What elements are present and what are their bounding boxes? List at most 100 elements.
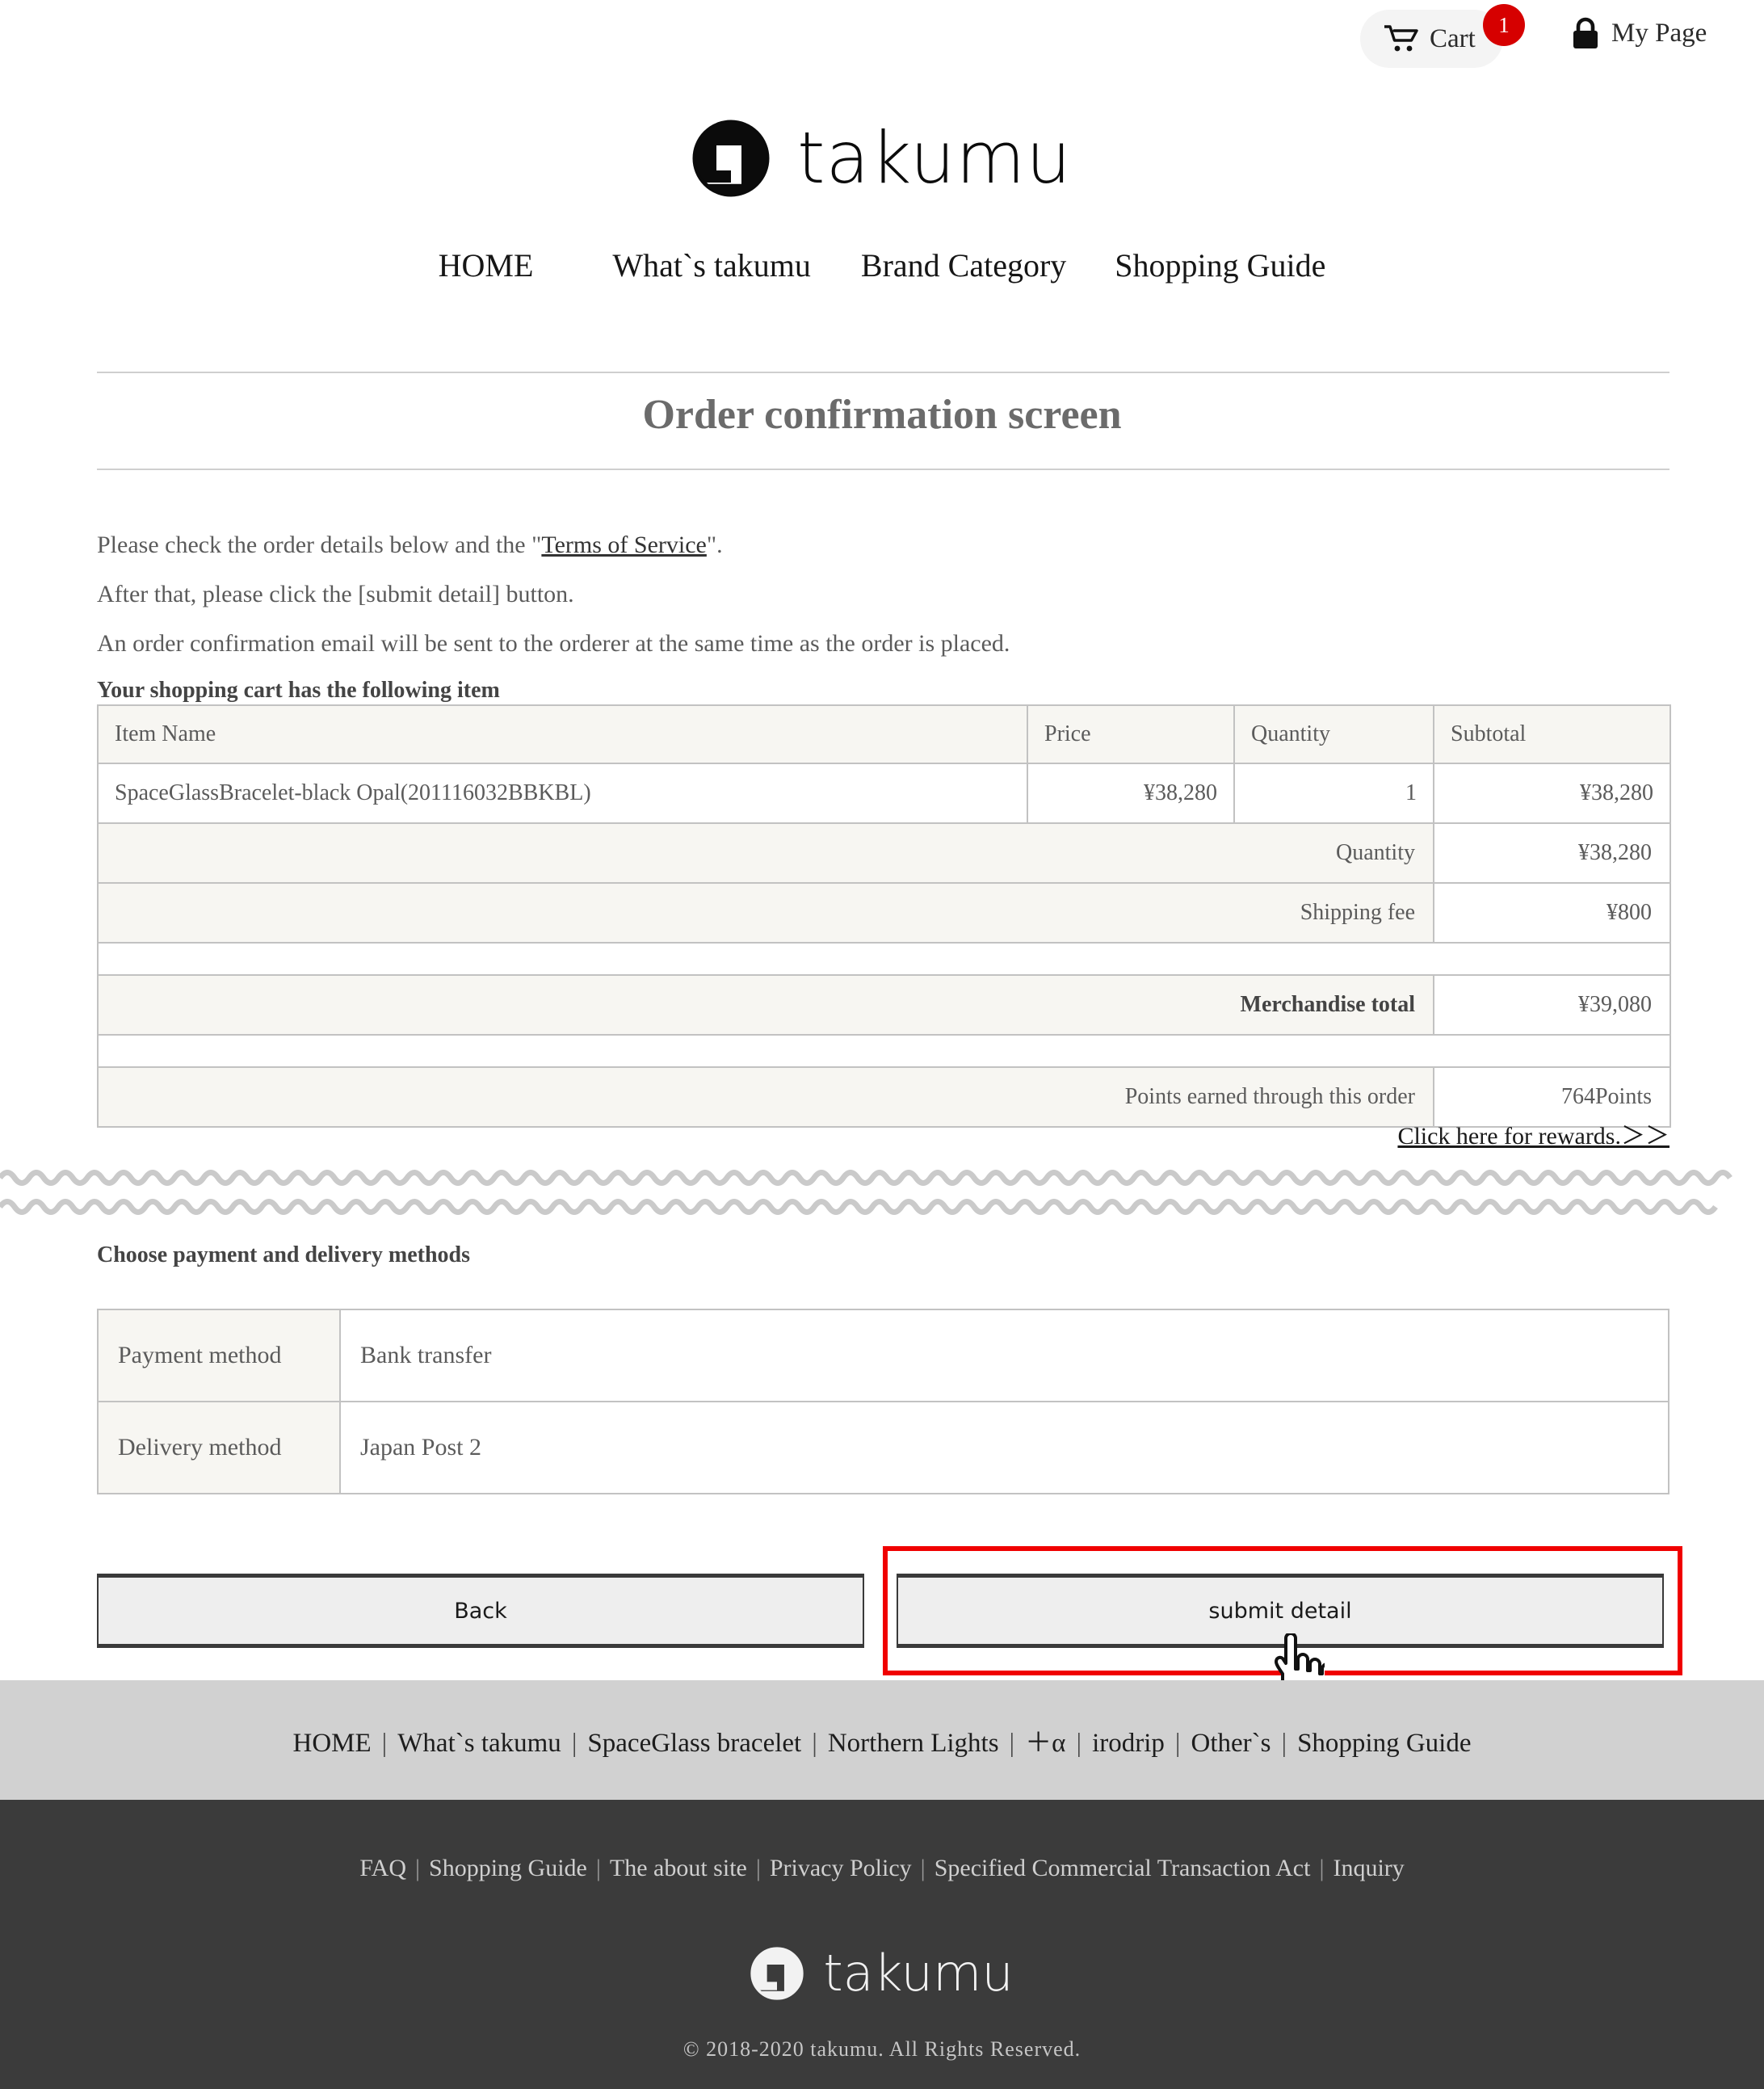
- footer-nav-sep: |: [1174, 1729, 1181, 1758]
- footer-nav-plus-alpha[interactable]: ＋α: [1025, 1729, 1065, 1758]
- summary-spacer-cell-2: [97, 1034, 1671, 1068]
- my-page-label: My Page: [1611, 18, 1707, 48]
- footer-logo-text: takumu: [823, 1944, 1014, 2003]
- column-header-price: Price: [1027, 704, 1235, 764]
- cell-subtotal: ¥38,280: [1433, 763, 1671, 824]
- nav-spacer-3: [1066, 246, 1115, 284]
- footer-nav-spaceglass-bracelet[interactable]: SpaceGlass bracelet: [587, 1729, 801, 1758]
- footer-link-about-site[interactable]: The about site: [610, 1855, 747, 1881]
- cell-quantity: 1: [1233, 763, 1434, 824]
- intro-line-1-post: ".: [706, 532, 723, 558]
- site-logo-text: takumu: [797, 116, 1072, 200]
- column-header-quantity: Quantity: [1233, 704, 1434, 764]
- summary-spacer-row-1: [97, 942, 1671, 976]
- footer-nav-sep: |: [1076, 1729, 1082, 1758]
- intro-line-1-pre: Please check the order details below and…: [97, 532, 542, 558]
- column-header-item-name: Item Name: [97, 704, 1028, 764]
- nav-item-shopping-guide[interactable]: Shopping Guide: [1115, 246, 1325, 284]
- cell-item-name: SpaceGlassBracelet-black Opal(201116032B…: [97, 763, 1028, 824]
- nav-item-brand-category[interactable]: Brand Category: [861, 246, 1066, 284]
- summary-value-points: 764Points: [1433, 1066, 1671, 1128]
- terms-of-service-link[interactable]: Terms of Service: [541, 532, 707, 558]
- delivery-method-label: Delivery method: [97, 1401, 341, 1494]
- footer-nav-irodrip[interactable]: irodrip: [1092, 1729, 1165, 1758]
- my-page-button[interactable]: My Page: [1571, 16, 1707, 50]
- footer-link-privacy-policy[interactable]: Privacy Policy: [770, 1855, 912, 1881]
- page-title: Order confirmation screen: [642, 392, 1122, 438]
- footer-nav-sep: |: [571, 1729, 578, 1758]
- footer-nav-sep: |: [812, 1729, 817, 1758]
- title-rule-bottom: [97, 469, 1670, 470]
- summary-label-shipping: Shipping fee: [97, 882, 1434, 944]
- footer-link-sep: |: [415, 1855, 421, 1881]
- footer-nav-whats-takumu[interactable]: What`s takumu: [397, 1729, 561, 1758]
- table-row: Payment method Bank transfer: [97, 1309, 1670, 1402]
- footer-category-nav-inner: HOME | What`s takumu | SpaceGlass bracelet | N…: [293, 1721, 1472, 1759]
- intro-text-block: Please check the order details below and…: [97, 533, 1672, 656]
- intro-line-2: After that, please click the [submit det…: [97, 581, 574, 607]
- nav-spacer-2: [811, 246, 861, 284]
- delivery-method-value: Japan Post 2: [339, 1401, 1670, 1494]
- footer-link-specified-commercial-transaction-act[interactable]: Specified Commercial Transaction Act: [934, 1855, 1311, 1881]
- footer-links: FAQ | Shopping Guide | The about site | Privac…: [0, 1855, 1764, 1882]
- intro-line-3: An order confirmation email will be sent…: [97, 630, 1010, 657]
- top-utility-bar: Cart 1 My Page: [0, 0, 1764, 81]
- nav-item-whats-takumu[interactable]: What`s takumu: [612, 246, 811, 284]
- footer-category-nav: HOME | What`s takumu | SpaceGlass bracelet | N…: [0, 1680, 1764, 1800]
- footer-nav-sep: |: [1281, 1729, 1287, 1758]
- rewards-link[interactable]: Click here for rewards.＞＞: [1397, 1123, 1670, 1150]
- cart-button[interactable]: Cart: [1360, 10, 1503, 68]
- payment-delivery-heading: Choose payment and delivery methods: [97, 1242, 471, 1267]
- nav-item-home[interactable]: HOME: [439, 246, 534, 284]
- column-header-subtotal: Subtotal: [1433, 704, 1671, 764]
- footer-nav-sep: |: [1009, 1729, 1015, 1758]
- title-rule-top: [97, 372, 1670, 373]
- footer-nav-home[interactable]: HOME: [293, 1729, 372, 1758]
- takumu-logo-mark-icon: [750, 1947, 804, 2000]
- footer-nav-sep: |: [381, 1729, 388, 1758]
- footer-nav-others[interactable]: Other`s: [1191, 1729, 1271, 1758]
- table-row: Delivery method Japan Post 2: [97, 1401, 1670, 1494]
- back-button[interactable]: Back: [97, 1574, 864, 1648]
- footer-nav-northern-lights[interactable]: Northern Lights: [828, 1729, 999, 1758]
- footer-link-sep: |: [1319, 1855, 1325, 1881]
- footer-nav-shopping-guide[interactable]: Shopping Guide: [1297, 1729, 1471, 1758]
- intro-line-1: Please check the order details below and…: [97, 533, 1672, 557]
- summary-label-quantity: Quantity: [97, 822, 1434, 884]
- shopping-cart-icon: [1384, 25, 1418, 53]
- takumu-logo-mark-icon: [692, 120, 770, 197]
- payment-method-value: Bank transfer: [339, 1309, 1670, 1402]
- cart-count-badge: 1: [1483, 4, 1525, 46]
- cell-price: ¥38,280: [1027, 763, 1235, 824]
- summary-label-merchandise-total: Merchandise total: [97, 974, 1434, 1036]
- lock-icon: [1571, 16, 1600, 50]
- payment-method-label: Payment method: [97, 1309, 341, 1402]
- summary-spacer-row-2: [97, 1034, 1671, 1068]
- payment-delivery-table: Payment method Bank transfer Delivery me…: [97, 1309, 1670, 1494]
- main-navigation: HOME What`s takumu Brand Category Shoppi…: [0, 246, 1764, 284]
- rewards-link-wrap: Click here for rewards.＞＞: [97, 1124, 1670, 1149]
- cart-label: Cart: [1430, 23, 1476, 53]
- summary-label-points: Points earned through this order: [97, 1066, 1434, 1128]
- summary-row-points: Points earned through this order 764Poin…: [97, 1066, 1671, 1128]
- order-table-header-row: Item Name Price Quantity Subtotal: [97, 704, 1671, 764]
- table-row: SpaceGlassBracelet-black Opal(201116032B…: [97, 763, 1671, 824]
- footer-link-faq[interactable]: FAQ: [359, 1855, 406, 1881]
- footer-logo[interactable]: takumu: [0, 1947, 1764, 2000]
- summary-row-quantity: Quantity ¥38,280: [97, 822, 1671, 884]
- summary-value-shipping: ¥800: [1433, 882, 1671, 944]
- summary-value-quantity: ¥38,280: [1433, 822, 1671, 884]
- footer-link-sep: |: [920, 1855, 926, 1881]
- summary-value-merchandise-total: ¥39,080: [1433, 974, 1671, 1036]
- wavy-divider: [0, 1163, 1764, 1226]
- footer-link-inquiry[interactable]: Inquiry: [1333, 1855, 1404, 1881]
- summary-row-shipping: Shipping fee ¥800: [97, 882, 1671, 944]
- summary-spacer-cell-1: [97, 942, 1671, 976]
- site-logo[interactable]: takumu: [0, 120, 1764, 197]
- footer-link-sep: |: [595, 1855, 601, 1881]
- footer-link-shopping-guide[interactable]: Shopping Guide: [429, 1855, 587, 1881]
- summary-row-merchandise-total: Merchandise total ¥39,080: [97, 974, 1671, 1036]
- cart-section-heading: Your shopping cart has the following ite…: [97, 678, 500, 703]
- nav-spacer-1: [533, 246, 612, 284]
- order-summary-table: Item Name Price Quantity Subtotal SpaceG…: [97, 704, 1671, 1128]
